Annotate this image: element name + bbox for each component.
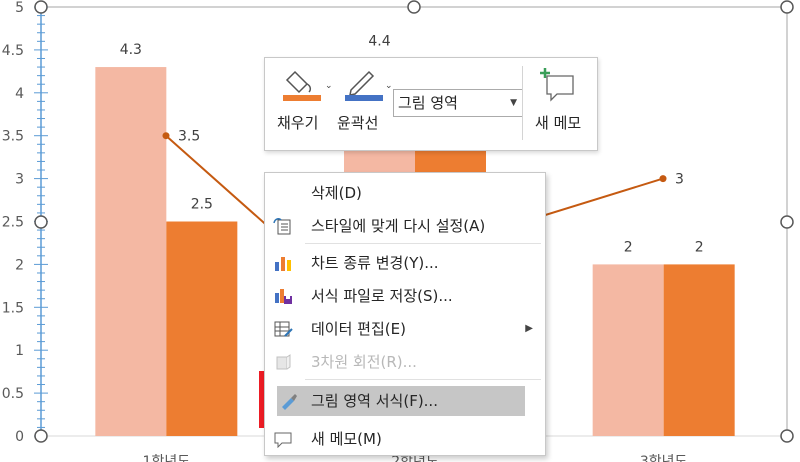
- menu-item-label: 그림 영역 서식(F)...: [311, 392, 438, 410]
- chevron-down-icon: ▼: [510, 98, 517, 108]
- resize-handle: [34, 429, 48, 443]
- data-label: 3: [675, 172, 684, 188]
- svg-text:⌄: ⌄: [385, 81, 393, 91]
- svg-text:⌄: ⌄: [325, 81, 331, 91]
- y-tick-label: 3: [15, 172, 24, 188]
- y-tick-label: 2.5: [2, 215, 24, 231]
- menu-separator: [305, 243, 541, 244]
- menu-item-label: 서식 파일로 저장(S)...: [311, 287, 453, 305]
- data-label: 2.5: [191, 197, 213, 213]
- bar-series-b: [166, 221, 238, 436]
- menu-item-format-plot-area[interactable]: 그림 영역 서식(F)...: [277, 386, 525, 416]
- menu-item-change-chart-type[interactable]: 차트 종류 변경(Y)...: [265, 248, 545, 278]
- menu-item-3d-rotation: 3차원 회전(R)...: [265, 347, 545, 377]
- bar-series-a: [95, 67, 167, 436]
- menu-item-delete[interactable]: 삭제(D): [265, 178, 545, 208]
- menu-item-label: 차트 종류 변경(Y)...: [311, 254, 439, 272]
- y-tick-label: 3.5: [2, 129, 24, 145]
- menu-item-edit-data[interactable]: 데이터 편집(E) ▶: [265, 314, 545, 344]
- line-point: [162, 132, 170, 140]
- fill-label: 채우기: [277, 114, 319, 132]
- outline-label: 윤곽선: [337, 114, 379, 132]
- menu-item-save-template[interactable]: 서식 파일로 저장(S)...: [265, 281, 545, 311]
- menu-item-reset-style[interactable]: 스타일에 맞게 다시 설정(A): [265, 211, 545, 241]
- new-memo-icon: [274, 432, 292, 448]
- resize-handle: [780, 0, 794, 14]
- menu-item-label: 삭제(D): [311, 184, 362, 202]
- mini-toolbar: ⌄ 채우기 ⌄ 윤곽선 그림 영역 ▼ 새 메모: [264, 57, 598, 151]
- menu-item-label: 3차원 회전(R)...: [311, 353, 417, 371]
- menu-item-label: 새 메모(M): [311, 430, 382, 448]
- menu-separator: [305, 379, 541, 380]
- bar-series-b: [663, 264, 735, 436]
- y-tick-label: 4.5: [2, 43, 24, 59]
- menu-item-new-memo[interactable]: 새 메모(M): [265, 424, 545, 454]
- paint-bucket-icon: ⌄: [283, 70, 331, 101]
- toolbar-divider: [522, 66, 523, 140]
- x-category-label: 1학년도: [143, 454, 191, 462]
- chart-type-icon: [275, 257, 291, 271]
- resize-handle: [780, 215, 794, 229]
- data-label: 2: [624, 239, 633, 255]
- menu-item-label: 데이터 편집(E): [311, 320, 406, 338]
- data-label: 3.5: [178, 129, 200, 145]
- format-area-icon: [282, 394, 297, 410]
- y-tick-label: 1.5: [2, 300, 24, 316]
- resize-handle: [780, 429, 794, 443]
- resize-handle: [34, 0, 48, 14]
- new-memo-label: 새 메모: [535, 114, 582, 132]
- rotate-3d-icon: [276, 354, 291, 370]
- resize-handle: [407, 0, 421, 14]
- chart-element-select[interactable]: 그림 영역 ▼: [393, 89, 523, 117]
- y-tick-label: 5: [15, 0, 24, 16]
- data-label: 4.3: [120, 42, 142, 58]
- context-menu: 삭제(D) 스타일에 맞게 다시 설정(A) 차트 종류 변경(Y)... 서식…: [264, 172, 546, 456]
- y-tick-label: 0: [15, 429, 24, 445]
- line-point: [659, 175, 667, 183]
- menu-item-label: 스타일에 맞게 다시 설정(A): [311, 217, 486, 235]
- reset-style-icon: [273, 218, 291, 235]
- y-tick-label: 0.5: [2, 386, 24, 402]
- y-tick-label: 4: [15, 86, 24, 102]
- x-category-label: 3학년도: [640, 454, 688, 462]
- chart-element-select-value: 그림 영역: [398, 94, 458, 112]
- save-template-icon: [275, 289, 292, 304]
- new-memo-button[interactable]: 새 메모: [527, 64, 591, 144]
- new-memo-icon: [540, 68, 574, 102]
- resize-handle: [34, 215, 48, 229]
- y-tick-label: 2: [15, 257, 24, 273]
- outline-button[interactable]: ⌄ 윤곽선: [335, 64, 393, 144]
- pencil-icon: ⌄: [345, 70, 393, 101]
- fill-button[interactable]: ⌄ 채우기: [273, 64, 331, 144]
- bar-series-a: [592, 264, 664, 436]
- data-label: 4.4: [368, 33, 390, 49]
- edit-data-icon: [274, 321, 293, 337]
- y-tick-label: 1: [15, 343, 24, 359]
- data-label: 2: [695, 239, 704, 255]
- submenu-arrow-icon: ▶: [525, 323, 533, 334]
